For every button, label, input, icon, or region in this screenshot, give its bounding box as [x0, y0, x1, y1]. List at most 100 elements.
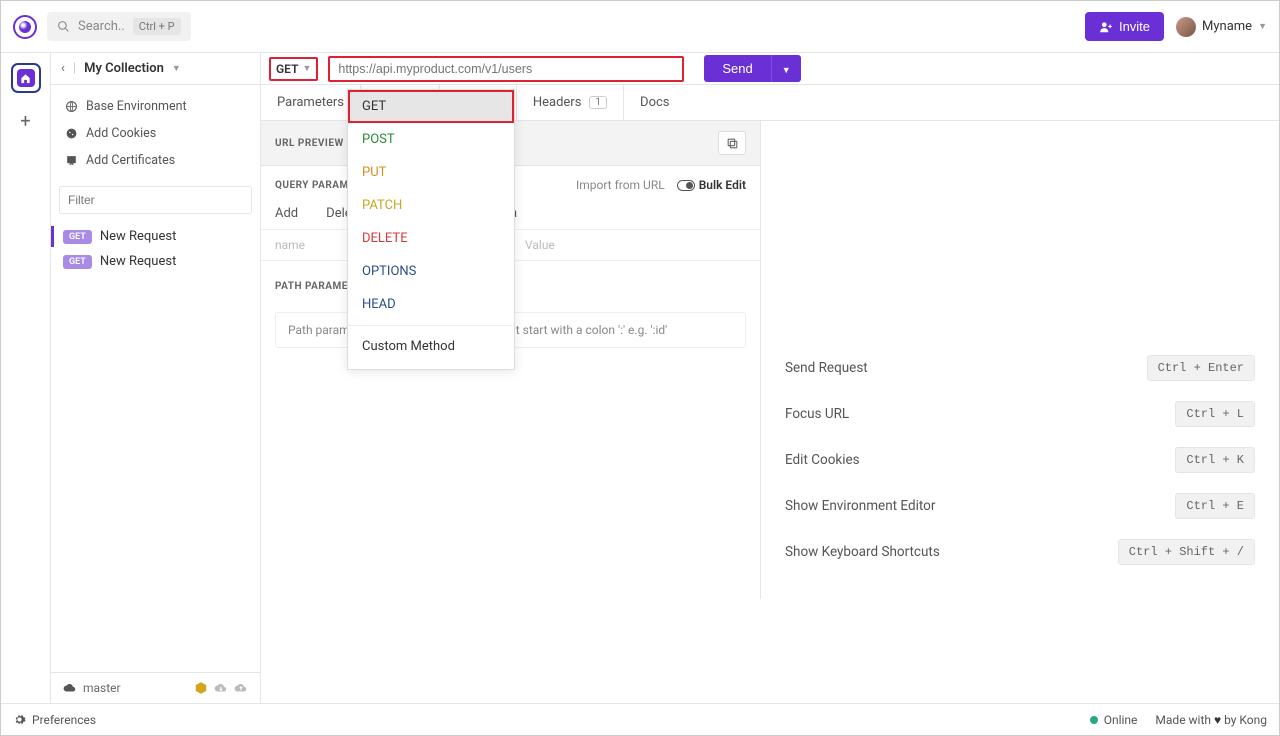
- request-list: GET New Request GET New Request: [51, 218, 260, 274]
- bulk-edit-label: Bulk Edit: [699, 178, 746, 192]
- request-item[interactable]: GET New Request: [51, 249, 260, 274]
- shortcut-key: Ctrl + Enter: [1147, 355, 1255, 381]
- send-options-button[interactable]: ▼: [771, 55, 801, 82]
- tab-docs[interactable]: Docs: [624, 85, 685, 120]
- chevron-down-icon[interactable]: ▼: [172, 63, 181, 74]
- search-shortcut: Ctrl + P: [133, 18, 181, 35]
- main-area: + ‹ | My Collection ▼ Base Environment A…: [1, 53, 1279, 703]
- url-input[interactable]: [328, 56, 684, 82]
- link-label: Add Cookies: [86, 126, 156, 141]
- sidebar-footer: master: [51, 672, 260, 703]
- method-option-post[interactable]: POST: [348, 123, 514, 156]
- method-option-custom[interactable]: Custom Method: [348, 330, 514, 363]
- method-dropdown: GET POST PUT PATCH DELETE OPTIONS HEAD C…: [347, 89, 515, 370]
- cloud-down-icon[interactable]: [214, 681, 228, 695]
- method-option-delete[interactable]: DELETE: [348, 222, 514, 255]
- send-group: Send ▼: [704, 55, 800, 82]
- online-status: Online: [1090, 713, 1138, 727]
- add-certificates-link[interactable]: Add Certificates: [51, 147, 260, 174]
- shortcuts-list: Send Request Ctrl + Enter Focus URL Ctrl…: [785, 345, 1255, 575]
- app-window: Search.. Ctrl + P Invite Myname ▼ +: [0, 0, 1280, 736]
- shortcut-key: Ctrl + K: [1175, 447, 1255, 473]
- back-button[interactable]: ‹: [61, 61, 65, 76]
- filter-wrap: [59, 186, 252, 214]
- collection-title[interactable]: My Collection: [84, 61, 164, 76]
- global-search[interactable]: Search.. Ctrl + P: [47, 12, 191, 41]
- send-button[interactable]: Send: [704, 55, 770, 82]
- shortcut-row: Focus URL Ctrl + L: [785, 391, 1255, 437]
- globe-icon: [65, 100, 78, 113]
- method-tag: GET: [63, 255, 92, 269]
- left-rail: +: [1, 53, 51, 703]
- add-workspace-button[interactable]: +: [20, 111, 30, 132]
- username: Myname: [1202, 19, 1252, 34]
- online-dot-icon: [1090, 716, 1098, 724]
- shortcut-label: Send Request: [785, 360, 868, 376]
- shortcut-row: Send Request Ctrl + Enter: [785, 345, 1255, 391]
- made-by: Made with ♥ by Kong: [1155, 713, 1267, 727]
- preferences-link[interactable]: Preferences: [32, 713, 96, 727]
- search-placeholder: Search..: [78, 19, 125, 34]
- base-environment-link[interactable]: Base Environment: [51, 93, 260, 120]
- divider: |: [73, 61, 76, 76]
- gear-icon[interactable]: [13, 713, 26, 726]
- header-count-badge: 1: [589, 96, 607, 109]
- cookie-icon: [65, 127, 78, 140]
- tab-headers[interactable]: Headers 1: [517, 85, 624, 120]
- tab-label: Docs: [640, 95, 669, 110]
- topbar: Search.. Ctrl + P Invite Myname ▼: [1, 1, 1279, 53]
- invite-label: Invite: [1119, 19, 1150, 34]
- shortcut-row: Show Environment Editor Ctrl + E: [785, 483, 1255, 529]
- method-option-head[interactable]: HEAD: [348, 288, 514, 321]
- add-param-button[interactable]: Add: [275, 206, 298, 221]
- method-option-put[interactable]: PUT: [348, 156, 514, 189]
- invite-icon: [1099, 20, 1113, 34]
- user-menu[interactable]: Myname ▼: [1176, 17, 1267, 37]
- certificate-icon: [65, 154, 78, 167]
- request-item[interactable]: GET New Request: [51, 224, 260, 249]
- link-label: Add Certificates: [86, 153, 175, 168]
- invite-button[interactable]: Invite: [1085, 12, 1164, 41]
- copy-url-button[interactable]: [718, 131, 746, 155]
- add-cookies-link[interactable]: Add Cookies: [51, 120, 260, 147]
- request-name: New Request: [100, 254, 176, 269]
- bulk-edit-toggle[interactable]: Bulk Edit: [677, 178, 746, 192]
- import-from-url[interactable]: Import from URL: [576, 178, 665, 192]
- method-selector[interactable]: GET ▼: [269, 57, 318, 81]
- app-logo[interactable]: [13, 15, 37, 39]
- dropdown-separator: [348, 325, 514, 326]
- method-tag: GET: [63, 230, 92, 244]
- param-value-input[interactable]: Value: [510, 230, 760, 260]
- url-preview-label: URL PREVIEW: [275, 138, 344, 149]
- link-label: Base Environment: [86, 99, 187, 114]
- box-icon[interactable]: [194, 681, 208, 695]
- method-option-options[interactable]: OPTIONS: [348, 255, 514, 288]
- sidebar: ‹ | My Collection ▼ Base Environment Add…: [51, 53, 261, 703]
- toggle-icon: [677, 180, 695, 191]
- shortcut-label: Show Environment Editor: [785, 498, 935, 514]
- request-name: New Request: [100, 229, 176, 244]
- cloud-icon: [63, 681, 77, 695]
- chevron-down-icon: ▼: [302, 63, 311, 74]
- tab-label: Headers: [533, 95, 582, 110]
- shortcut-key: Ctrl + L: [1175, 401, 1255, 427]
- branch-name[interactable]: master: [83, 681, 121, 695]
- chevron-down-icon: ▼: [782, 65, 791, 75]
- statusbar: Preferences Online Made with ♥ by Kong: [1, 703, 1279, 735]
- home-icon: [20, 73, 31, 84]
- online-label: Online: [1104, 713, 1138, 727]
- shortcut-label: Edit Cookies: [785, 452, 860, 468]
- request-bar: GET ▼ Send ▼: [261, 53, 1279, 85]
- shortcut-label: Show Keyboard Shortcuts: [785, 544, 940, 560]
- home-button[interactable]: [11, 63, 41, 93]
- shortcut-key: Ctrl + E: [1175, 493, 1255, 519]
- method-option-get[interactable]: GET: [348, 90, 514, 123]
- content: GET ▼ Send ▼ Parameters Body▼ Auth▼ Head…: [261, 53, 1279, 703]
- sidebar-header: ‹ | My Collection ▼: [51, 53, 260, 85]
- sidebar-links: Base Environment Add Cookies Add Certifi…: [51, 85, 260, 182]
- filter-input[interactable]: [59, 186, 252, 214]
- method-label: GET: [276, 62, 298, 76]
- cloud-up-icon[interactable]: [234, 681, 248, 695]
- tab-parameters[interactable]: Parameters: [261, 85, 361, 120]
- method-option-patch[interactable]: PATCH: [348, 189, 514, 222]
